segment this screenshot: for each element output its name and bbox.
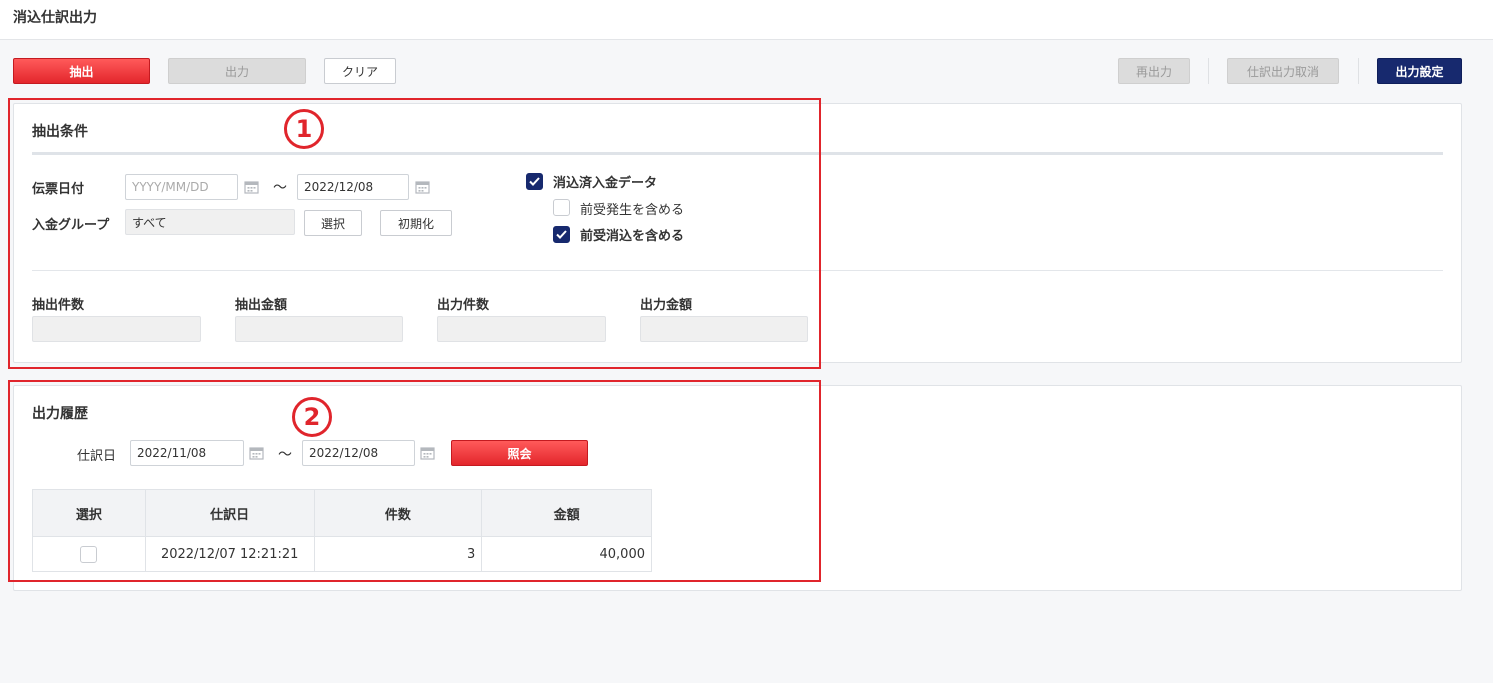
reoutput-button[interactable]: 再出力 <box>1118 58 1190 84</box>
extract-button[interactable]: 抽出 <box>13 58 150 84</box>
toolbar-divider <box>1208 58 1209 84</box>
output-button[interactable]: 出力 <box>168 58 306 84</box>
output-settings-button[interactable]: 出力設定 <box>1377 58 1462 84</box>
annotation-box-2 <box>8 380 821 582</box>
page-title: 消込仕訳出力 <box>13 10 97 26</box>
toolbar-divider <box>1358 58 1359 84</box>
cancel-output-button[interactable]: 仕訳出力取消 <box>1227 58 1339 84</box>
annotation-marker-2: 2 <box>292 397 332 437</box>
clear-button[interactable]: クリア <box>324 58 396 84</box>
annotation-box-1 <box>8 98 821 369</box>
page-header: 消込仕訳出力 <box>0 0 1493 40</box>
annotation-marker-1: 1 <box>284 109 324 149</box>
